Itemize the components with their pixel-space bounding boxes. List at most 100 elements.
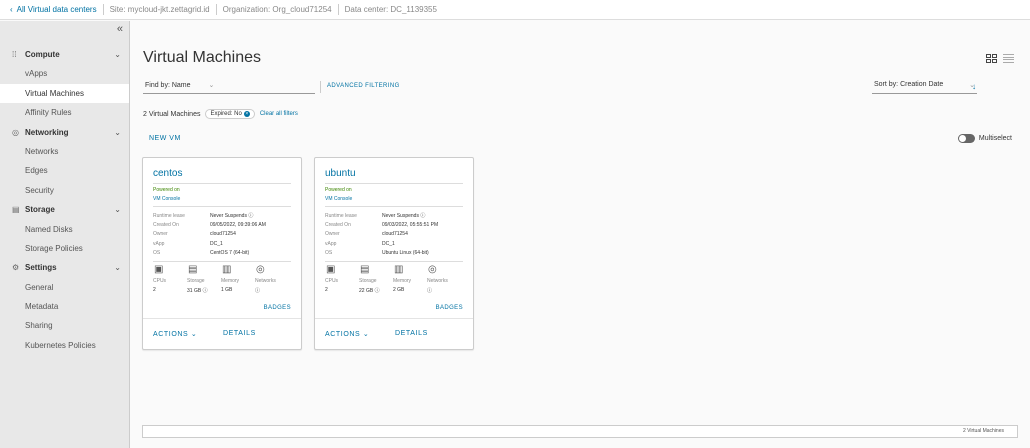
vm-stats: ▣ CPUs 2 ▤ Storage 31 GB ⓘ ▥ Memory 1 GB ◎ Netw… (153, 265, 293, 295)
advanced-filtering-link[interactable]: ADVANCED FILTERING (327, 83, 400, 89)
property-row: OS Ubuntu Linux (64-bit) (325, 249, 465, 258)
details-button[interactable]: DETAILS (395, 330, 428, 337)
property-row: Runtime lease Never Suspends ⓘ (325, 211, 465, 220)
sidebar-item-metadata[interactable]: Metadata (0, 297, 129, 316)
badges-link[interactable]: BADGES (436, 305, 463, 311)
sidebar-item-edges[interactable]: Edges (0, 161, 129, 180)
datacenter-label: Data center: DC_1139355 (344, 5, 437, 14)
sidebar-item-virtual-machines[interactable]: Virtual Machines (0, 83, 129, 104)
chevron-down-icon: ⌄ (114, 205, 121, 215)
divider (215, 4, 217, 15)
stat-label: CPUs (325, 278, 339, 284)
new-vm-button[interactable]: NEW VM (149, 135, 181, 142)
stat-value: 1 GB (221, 287, 233, 293)
sidebar-group-storage[interactable]: ▤ Storage ⌄ (0, 200, 129, 219)
badges-link[interactable]: BADGES (264, 305, 291, 311)
stat-value: 2 (153, 287, 156, 293)
sidebar-item-named-disks[interactable]: Named Disks (0, 220, 129, 239)
property-row: vApp DC_1 (153, 239, 293, 248)
property-row: Owner cloud71254 (325, 230, 465, 239)
property-value: DC_1 (382, 240, 395, 247)
sidebar-item-security[interactable]: Security (0, 181, 129, 200)
property-row: Runtime lease Never Suspends ⓘ (153, 211, 293, 220)
sidebar-item-sharing[interactable]: Sharing (0, 316, 129, 335)
sidebar-nav: ⁞⁞ Compute ⌄ vApps Virtual Machines Affi… (0, 45, 129, 355)
stat-value: ⓘ (255, 288, 261, 294)
sidebar-item-storage-policies[interactable]: Storage Policies (0, 239, 129, 258)
stat-value: 2 (325, 287, 328, 293)
network-icon: ◎ (12, 127, 19, 137)
filter-summary: 2 Virtual Machines Expired: No × Clear a… (143, 109, 298, 119)
divider (337, 4, 339, 15)
main-content: Virtual Machines Find by: Name ⌄ ADVANCE… (130, 21, 1030, 448)
back-link-label: All Virtual data centers (16, 5, 97, 14)
stat-value: ⓘ (427, 288, 433, 294)
vm-name[interactable]: centos (153, 168, 182, 179)
sidebar-group-label: Settings (25, 263, 57, 273)
details-button[interactable]: DETAILS (223, 330, 256, 337)
clear-filters-link[interactable]: Clear all filters (260, 111, 298, 117)
chevron-down-icon: ⌄ (208, 82, 215, 89)
vm-stats: ▣ CPUs 2 ▤ Storage 22 GB ⓘ ▥ Memory 2 GB ◎ Netw… (325, 264, 465, 295)
property-value: Never Suspends ⓘ (210, 213, 254, 220)
multiselect-toggle[interactable]: Multiselect (957, 134, 1012, 143)
sidebar-item-affinity-rules[interactable]: Affinity Rules (0, 103, 129, 122)
organization-label: Organization: Org_cloud71254 (222, 5, 332, 14)
sort-by-select[interactable]: Sort by: Creation Date ⌄ (872, 81, 977, 94)
sidebar-group-networking[interactable]: ◎ Networking ⌄ (0, 123, 129, 142)
grid-icon: ⁞⁞ (12, 50, 17, 60)
property-key: Runtime lease (325, 212, 357, 219)
storage-icon: ▤ (12, 205, 20, 215)
site-label: Site: mycloud-jkt.zettagrid.id (109, 5, 210, 14)
stat-label: Networks (255, 278, 276, 284)
property-key: Created On (325, 222, 351, 229)
property-value: 09/05/2022, 09:39:06 AM (210, 222, 266, 229)
power-status: Powered on (325, 187, 352, 193)
find-by-select[interactable]: Find by: Name ⌄ (143, 81, 315, 94)
property-key: Owner (153, 231, 168, 238)
filter-chip[interactable]: Expired: No × (205, 109, 255, 119)
stat-label: Networks (427, 278, 448, 284)
sidebar-group-compute[interactable]: ⁞⁞ Compute ⌄ (0, 45, 129, 64)
sidebar-item-kubernetes-policies[interactable]: Kubernetes Policies (0, 336, 129, 355)
list-view-icon[interactable] (1003, 54, 1014, 63)
property-value: CentOS 7 (64-bit) (210, 250, 250, 257)
property-row: Owner cloud71254 (153, 230, 293, 239)
vm-name[interactable]: ubuntu (325, 168, 356, 179)
view-switcher (986, 54, 1014, 63)
actions-dropdown[interactable]: ACTIONS ⌄ (153, 330, 197, 338)
property-row: Created On 09/05/2022, 09:39:06 AM (153, 220, 293, 229)
vm-console-link[interactable]: VM Console (325, 196, 352, 202)
stat-label: Storage (359, 278, 377, 284)
vm-card: ubuntu Powered on VM Console Runtime lea… (314, 157, 474, 350)
sort-direction-icon[interactable]: ↓ (972, 82, 976, 91)
sidebar-group-settings[interactable]: ⚙ Settings ⌄ (0, 258, 129, 277)
chevron-down-icon: ⌄ (114, 50, 121, 59)
stat-label: Memory (221, 278, 240, 284)
close-icon[interactable]: × (243, 111, 250, 117)
sidebar: « ⁞⁞ Compute ⌄ vApps Virtual Machines Af… (0, 21, 130, 448)
page-title: Virtual Machines (143, 49, 261, 66)
toggle-switch[interactable] (957, 134, 975, 143)
sidebar-group-label: Networking (25, 127, 69, 137)
card-view-icon[interactable] (986, 54, 997, 63)
sort-by-label: Sort by: Creation Date (874, 81, 944, 88)
double-chevron-left-icon[interactable]: « (117, 23, 123, 35)
property-value: Never Suspends ⓘ (382, 213, 426, 220)
actions-dropdown[interactable]: ACTIONS ⌄ (325, 330, 369, 338)
property-key: OS (325, 250, 333, 257)
sidebar-item-vapps[interactable]: vApps (0, 64, 129, 83)
storage-icon: ▤ (360, 264, 370, 275)
memory-icon: ▥ (394, 264, 404, 275)
sidebar-item-general[interactable]: General (0, 278, 129, 297)
sidebar-group-label: Storage (25, 205, 55, 215)
stat-label: CPUs (153, 278, 167, 284)
vm-console-link[interactable]: VM Console (153, 196, 180, 202)
chevron-left-icon: ‹ (10, 5, 13, 14)
vm-properties: Runtime lease Never Suspends ⓘ Created On… (153, 211, 293, 258)
back-link[interactable]: ‹ All Virtual data centers (10, 5, 97, 14)
vm-card: centos Powered on VM Console Runtime lea… (142, 157, 302, 350)
network-icon: ◎ (428, 264, 437, 275)
sidebar-item-networks[interactable]: Networks (0, 142, 129, 161)
property-value: DC_1 (210, 240, 223, 247)
